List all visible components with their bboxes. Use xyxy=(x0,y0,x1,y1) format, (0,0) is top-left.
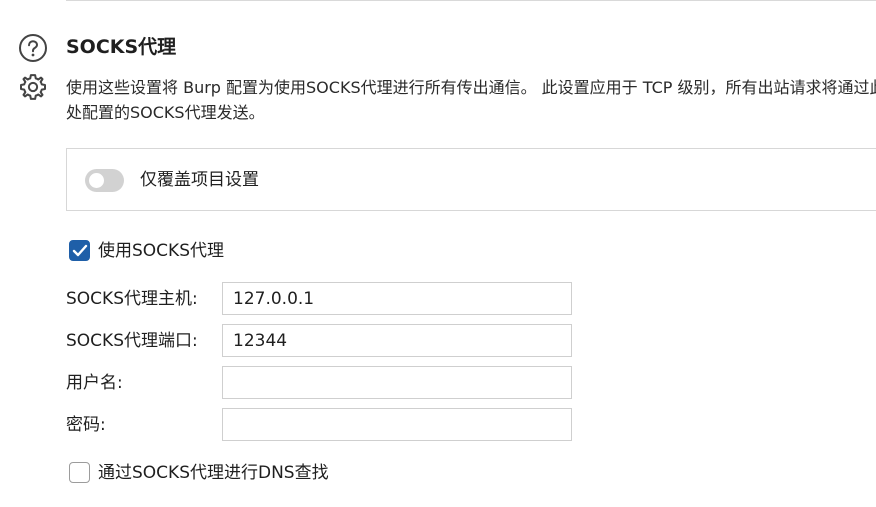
gear-icon[interactable] xyxy=(18,72,48,102)
socks-port-input[interactable] xyxy=(222,324,572,357)
section-description: 使用这些设置将 Burp 配置为使用SOCKS代理进行所有传出通信。 此设置应用… xyxy=(66,78,876,122)
password-input[interactable] xyxy=(222,408,572,441)
toggle-knob xyxy=(89,173,104,188)
override-project-settings-toggle[interactable] xyxy=(85,169,124,192)
use-socks-proxy-label: 使用SOCKS代理 xyxy=(98,241,224,261)
override-project-settings-label: 仅覆盖项目设置 xyxy=(140,170,259,190)
socks-host-input[interactable] xyxy=(222,282,572,315)
socks-host-label: SOCKS代理主机: xyxy=(66,289,198,309)
override-settings-panel: 仅覆盖项目设置 xyxy=(66,148,876,211)
password-label: 密码: xyxy=(66,415,106,435)
top-divider xyxy=(66,0,876,1)
socks-port-label: SOCKS代理端口: xyxy=(66,331,198,351)
dns-via-socks-checkbox[interactable] xyxy=(69,462,90,483)
username-input[interactable] xyxy=(222,366,572,399)
checkmark-icon xyxy=(72,244,88,257)
help-icon[interactable] xyxy=(18,33,48,63)
username-label: 用户名: xyxy=(66,373,123,393)
dns-via-socks-label: 通过SOCKS代理进行DNS查找 xyxy=(98,463,329,483)
use-socks-proxy-checkbox[interactable] xyxy=(69,240,90,261)
section-title: SOCKS代理 xyxy=(66,36,177,58)
